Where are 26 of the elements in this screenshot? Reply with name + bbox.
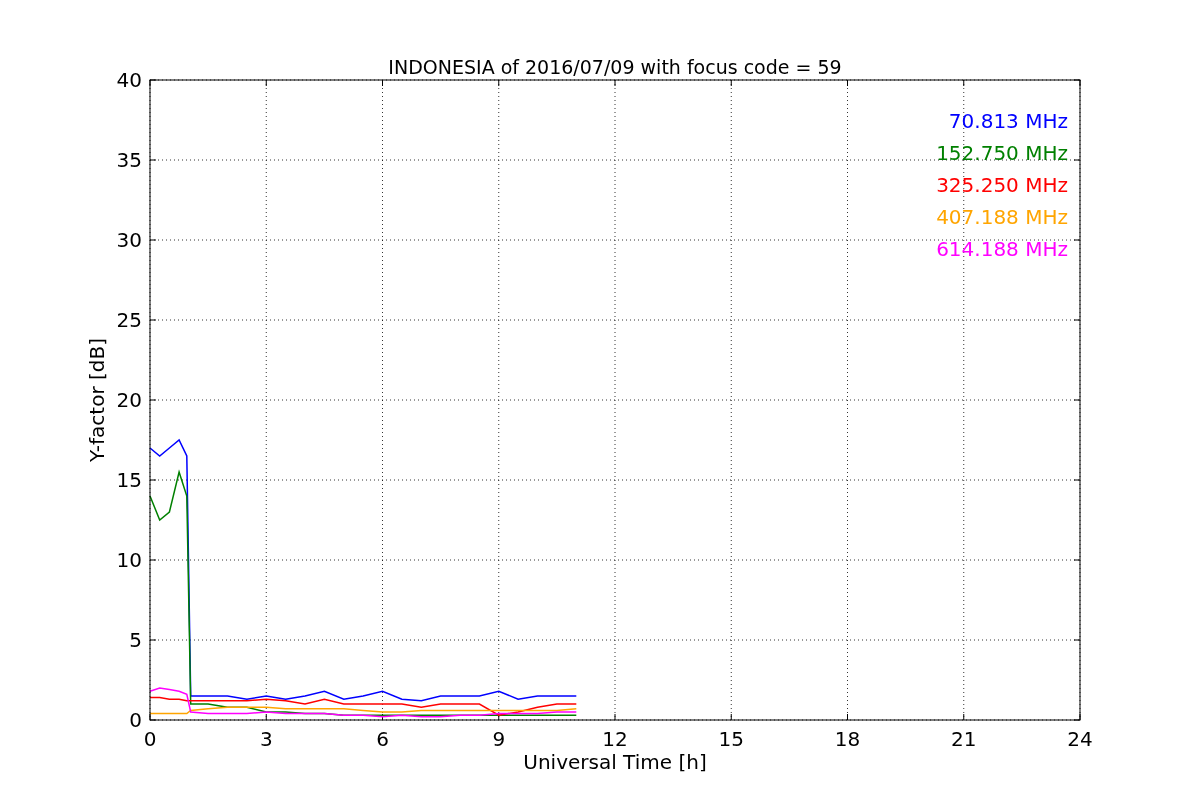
legend-label: 152.750 MHz — [936, 141, 1068, 165]
tick-label: 10 — [116, 548, 142, 572]
legend-label: 70.813 MHz — [948, 109, 1068, 133]
tick-label: 0 — [143, 727, 157, 751]
tick-label: 24 — [1067, 727, 1093, 751]
tick-label: 25 — [116, 308, 142, 332]
tick-label: 3 — [259, 727, 273, 751]
axis-label: Universal Time [h] — [523, 750, 707, 774]
tick-label: 21 — [951, 727, 977, 751]
tick-label: 20 — [116, 388, 142, 412]
tick-label: 6 — [376, 727, 389, 751]
tick-label: 15 — [718, 727, 744, 751]
tick-label: 40 — [116, 68, 142, 92]
tick-label: 30 — [116, 228, 142, 252]
tick-label: 15 — [116, 468, 142, 492]
axis-label: Y-factor [dB] — [85, 338, 109, 462]
tick-label: 9 — [492, 727, 506, 751]
chart-title: INDONESIA of 2016/07/09 with focus code = 59 — [388, 56, 842, 78]
tick-label: 35 — [116, 148, 142, 172]
legend-label: 614.188 MHz — [936, 237, 1068, 261]
legend-label: 325.250 MHz — [936, 173, 1068, 197]
tick-label: 18 — [834, 727, 861, 751]
tick-label: 12 — [602, 727, 628, 751]
tick-label: 5 — [129, 628, 142, 652]
tick-label: 0 — [129, 708, 142, 732]
legend-label: 407.188 MHz — [936, 205, 1068, 229]
